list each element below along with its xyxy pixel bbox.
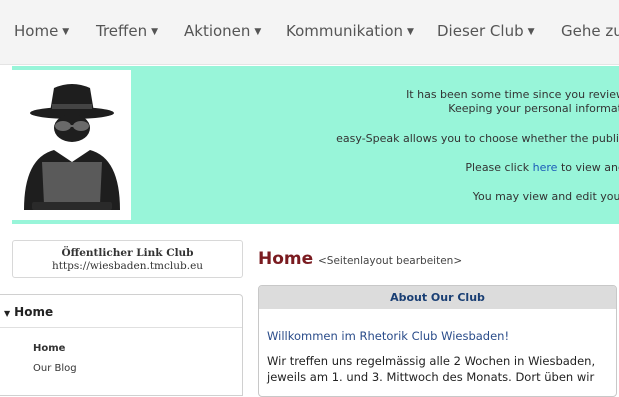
triangle-down-icon: ▼ — [4, 309, 11, 318]
nav-dieser-club[interactable]: Dieser Club ▼ — [437, 22, 535, 40]
about-club-panel: About Our Club Willkommen im Rhetorik Cl… — [258, 285, 617, 397]
caret-down-icon: ▼ — [527, 27, 535, 37]
public-link-box: Öffentlicher Link Club https://wiesbaden… — [12, 240, 243, 278]
public-link-title: Öffentlicher Link Club — [61, 247, 194, 259]
notice-line-4: Please click here to view and — [465, 161, 619, 174]
notice-line-2: Keeping your personal informati — [448, 102, 619, 115]
top-navigation: Home ▼ Treffen ▼ Aktionen ▼ Kommunikation ▼ … — [0, 0, 619, 65]
caret-down-icon: ▼ — [151, 27, 159, 37]
nav-gehe-zu-label: Gehe zu — [561, 22, 619, 40]
notice-line-4-prefix: Please click — [465, 161, 530, 174]
avatar — [12, 70, 131, 220]
nav-home[interactable]: Home ▼ — [14, 22, 69, 40]
nav-aktionen[interactable]: Aktionen ▼ — [184, 22, 261, 40]
nav-treffen[interactable]: Treffen ▼ — [96, 22, 158, 40]
edit-layout-link[interactable]: <Seitenlayout bearbeiten> — [318, 255, 462, 267]
side-menu-header[interactable]: ▼ Home — [4, 305, 53, 319]
nav-kommunikation-label: Kommunikation — [286, 22, 404, 40]
side-menu-item-home[interactable]: Home — [33, 343, 65, 354]
side-menu-item-our-blog[interactable]: Our Blog — [33, 363, 77, 374]
divider — [0, 327, 242, 328]
caret-down-icon: ▼ — [62, 27, 70, 37]
caret-down-icon: ▼ — [254, 27, 262, 37]
nav-dieser-club-label: Dieser Club — [437, 22, 524, 40]
nav-home-label: Home — [14, 22, 59, 40]
nav-gehe-zu[interactable]: Gehe zu — [561, 22, 619, 40]
notice-line-3: easy-Speak allows you to choose whether … — [336, 132, 619, 145]
spy-hacker-avatar-icon — [24, 84, 120, 210]
public-link-url[interactable]: https://wiesbaden.tmclub.eu — [13, 260, 242, 272]
notice-line-4-suffix: to view and — [560, 161, 619, 174]
nav-kommunikation[interactable]: Kommunikation ▼ — [286, 22, 414, 40]
nav-treffen-label: Treffen — [96, 22, 148, 40]
caret-down-icon: ▼ — [407, 27, 414, 37]
page-title: Home — [258, 249, 314, 269]
description-line-1: Wir treffen uns regelmässig alle 2 Woche… — [267, 354, 596, 368]
notice-line-5: You may view and edit your — [472, 190, 619, 203]
nav-aktionen-label: Aktionen — [184, 22, 251, 40]
notice-here-link[interactable]: here — [533, 161, 558, 174]
side-menu-header-label: Home — [14, 305, 54, 319]
notice-line-1: It has been some time since you review — [406, 88, 619, 101]
panel-title: About Our Club — [259, 286, 616, 309]
description-line-2: jeweils am 1. und 3. Mittwoch des Monats… — [267, 370, 595, 384]
notice-text: It has been some time since you review K… — [139, 66, 619, 224]
welcome-text: Willkommen im Rhetorik Club Wiesbaden! — [267, 329, 510, 343]
privacy-notice-banner: It has been some time since you review K… — [12, 66, 619, 224]
